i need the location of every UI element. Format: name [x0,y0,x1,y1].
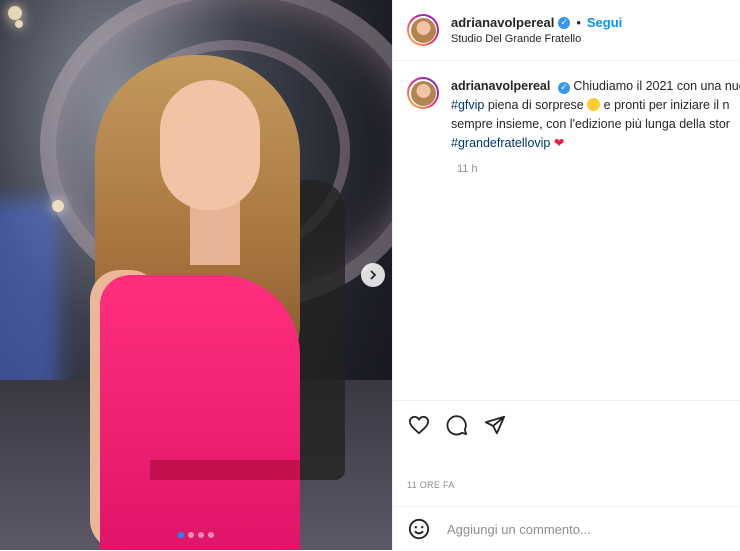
carousel-dot[interactable] [198,532,204,538]
heart-icon [408,415,430,435]
comment-button[interactable] [445,413,469,437]
post-side-panel: adrianavolpereal ✓ • Segui Studio Del Gr… [392,0,740,550]
smiley-icon [408,518,430,540]
heart-emoji-icon: ❤ [553,136,565,150]
carousel-dot[interactable] [178,532,184,538]
verified-badge-icon: ✓ [557,81,570,94]
caption-line2-end: e pronti per iniziare il n [600,98,730,112]
paper-plane-icon [484,415,506,435]
stage-light [52,200,64,212]
separator-dot: • [576,15,581,30]
location-link[interactable]: Studio Del Grande Fratello [451,33,622,45]
verified-badge-icon: ✓ [558,16,571,29]
caption-time: 11 h [457,163,478,175]
stage-light [8,6,22,20]
caption-line2: piena di sorprese [484,98,588,112]
like-button[interactable] [407,413,431,437]
carousel-dot[interactable] [208,532,214,538]
post-timestamp: 11 ORE FA [407,480,455,490]
caption-line1: Chiudiamo il 2021 con una nuo [573,79,740,93]
caption-area: adrianavolpereal ✓ Chiudiamo il 2021 con… [393,61,740,417]
instagram-post: adrianavolpereal ✓ • Segui Studio Del Gr… [0,0,740,550]
hashtag-link[interactable]: #grandefratellovip [451,136,550,150]
dress-belt [150,460,300,480]
stage-light [15,20,23,28]
caption-line3: sempre insieme, con l'edizione più lunga… [451,117,730,131]
woman-face [160,80,260,210]
pink-dress [100,275,300,550]
avatar[interactable] [407,14,439,46]
chevron-right-icon [370,270,377,280]
post-header: adrianavolpereal ✓ • Segui Studio Del Gr… [393,0,740,61]
follow-button[interactable]: Segui [587,15,622,30]
carousel-next-button[interactable] [361,263,385,287]
caption-username-link[interactable]: adrianavolpereal [451,79,550,93]
username-link[interactable]: adrianavolpereal [451,15,554,30]
stage-blue-light [0,200,60,400]
comment-input[interactable] [445,520,729,538]
carousel-dots [0,532,392,538]
comment-bar [393,506,740,551]
carousel-dot[interactable] [188,532,194,538]
hashtag-link[interactable]: #gfvip [451,98,484,112]
caption-avatar[interactable] [407,77,439,109]
share-button[interactable] [483,413,507,437]
post-photo[interactable] [0,0,392,550]
star-struck-emoji-icon [587,98,601,111]
comment-icon [446,415,468,436]
caption-text: adrianavolpereal ✓ Chiudiamo il 2021 con… [451,77,740,153]
action-bar [393,400,740,449]
emoji-picker-button[interactable] [407,517,431,541]
